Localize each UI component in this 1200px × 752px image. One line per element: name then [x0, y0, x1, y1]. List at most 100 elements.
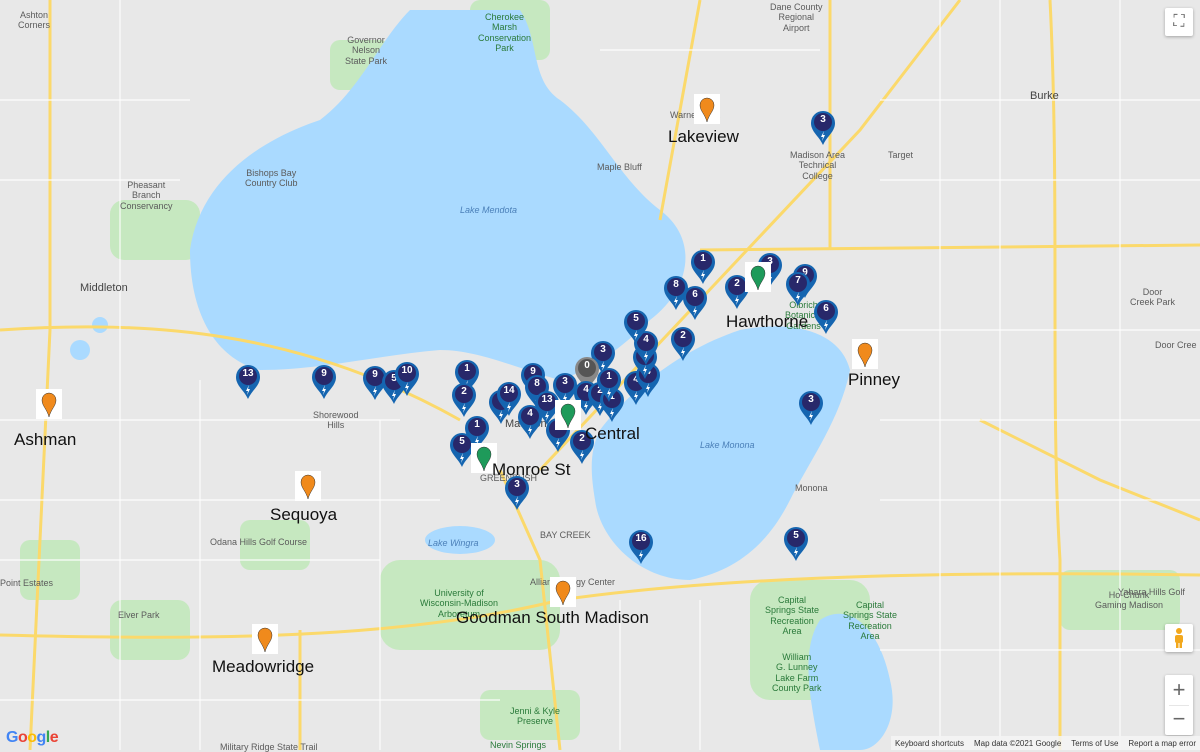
map-footer: Keyboard shortcuts Map data ©2021 Google… [891, 736, 1200, 750]
fullscreen-button[interactable]: ⛶ [1165, 8, 1193, 36]
marker-count: 16 [635, 533, 647, 544]
school-pin-icon [257, 627, 273, 653]
marker-count: 13 [242, 368, 254, 379]
school-pin-icon [41, 392, 57, 418]
map-label-ashton-corners: Ashton Corners [18, 10, 51, 31]
school-pin[interactable] [745, 262, 771, 292]
marker-count: 3 [600, 344, 606, 355]
charging-marker[interactable]: 9 [311, 364, 337, 400]
map-label-matc: Madison Area Technical College [790, 150, 846, 181]
school-pin[interactable] [252, 624, 278, 654]
map-label-cherokee: Cherokee Marsh Conservation Park [478, 12, 532, 54]
terms-link[interactable]: Terms of Use [1071, 739, 1118, 748]
marker-count: 2 [461, 386, 467, 397]
school-label: Central [585, 424, 640, 443]
marker-count: 1 [474, 419, 480, 430]
marker-count: 14 [503, 385, 515, 396]
charging-marker[interactable]: 10 [394, 361, 420, 397]
charging-marker[interactable]: 3 [504, 475, 530, 511]
school-pin-icon [857, 342, 873, 368]
marker-count: 6 [823, 303, 829, 314]
pegman-icon [1175, 628, 1183, 648]
map-label-jenni: Jenni & Kyle Preserve [510, 706, 561, 727]
map-label-capital-springs: Capital Springs State Recreation Area [843, 600, 898, 642]
marker-count: 9 [321, 368, 327, 379]
charging-marker[interactable]: 6 [813, 299, 839, 335]
school-pin-icon [555, 580, 571, 606]
marker-count: 5 [793, 530, 799, 541]
school-label: Hawthorne [726, 312, 809, 331]
school-label: Goodman South Madison [456, 608, 649, 627]
school-label: Lakeview [668, 127, 739, 146]
marker-count: 6 [692, 289, 698, 300]
keyboard-shortcuts-link[interactable]: Keyboard shortcuts [895, 739, 964, 748]
zoom-in-button[interactable]: + [1173, 675, 1186, 705]
map-label-bishops-bay: Bishops Bay Country Club [245, 168, 298, 189]
marker-count: 1 [464, 363, 470, 374]
map-label-point-estates: Point Estates [0, 578, 54, 588]
charging-marker[interactable]: 3 [810, 110, 836, 146]
map-label-shorewood: Shorewood Hills [313, 410, 359, 431]
charging-marker[interactable]: 7 [785, 271, 811, 307]
school-pin[interactable] [694, 94, 720, 124]
map-label-dane-airport: Dane County Regional Airport [770, 2, 823, 33]
marker-count: 2 [680, 330, 686, 341]
pegman-button[interactable] [1165, 624, 1193, 652]
charging-marker[interactable]: 6 [682, 285, 708, 321]
marker-count: 1 [606, 371, 612, 382]
school-label: Sequoya [270, 505, 338, 524]
school-pin[interactable] [36, 389, 62, 419]
map-label-yahara: Yahara Hills Golf [1118, 587, 1185, 597]
map-label-bay-creek: BAY CREEK [540, 530, 591, 540]
map-label-capital-springs: Capital Springs State Recreation Area [765, 595, 820, 637]
marker-count: 5 [633, 313, 639, 324]
marker-count: 3 [514, 479, 520, 490]
map-label-elver: Elver Park [118, 610, 160, 620]
report-error-link[interactable]: Report a map error [1128, 739, 1196, 748]
map-label-door-cree2: Door Cree [1155, 340, 1197, 350]
charging-marker[interactable]: 1 [690, 249, 716, 285]
map-label-lunney: William G. Lunney Lake Farm County Park [772, 652, 822, 694]
map-data-text: Map data ©2021 Google [973, 738, 1062, 748]
map-label-monona: Monona [795, 483, 828, 493]
marker-count: 3 [808, 394, 814, 405]
school-label: Monroe St [492, 460, 571, 479]
school-pin[interactable] [852, 339, 878, 369]
charging-marker[interactable]: 1 [596, 367, 622, 403]
school-pin[interactable] [555, 400, 581, 430]
charging-marker[interactable]: 5 [623, 309, 649, 345]
school-label: Ashman [14, 430, 77, 449]
marker-count: 7 [795, 275, 801, 286]
charging-marker[interactable]: 16 [628, 529, 654, 565]
school-pin-icon [300, 474, 316, 500]
zoom-out-button[interactable]: − [1169, 705, 1189, 735]
map-label-maple-bluff: Maple Bluff [597, 162, 642, 172]
charging-marker[interactable]: 5 [783, 526, 809, 562]
lake-mendota [190, 10, 686, 380]
school-label: Pinney [848, 370, 900, 389]
google-logo: Google [6, 729, 59, 746]
school-pin-icon [750, 265, 766, 291]
map-label-lake-mendota: Lake Mendota [460, 205, 518, 215]
map-label-middleton: Middleton [80, 282, 128, 294]
map-label-nevin: Nevin Springs [490, 740, 547, 750]
charging-marker[interactable]: 3 [798, 390, 824, 426]
map-label-odana: Odana Hills Golf Course [210, 537, 308, 547]
map-label-burke: Burke [1030, 90, 1059, 102]
charging-marker[interactable]: 2 [451, 382, 477, 418]
charging-marker[interactable]: 13 [235, 364, 261, 400]
marker-count: 10 [401, 365, 413, 376]
school-pin-icon [560, 403, 576, 429]
marker-count: 8 [534, 378, 540, 389]
school-pin-icon [699, 97, 715, 123]
map-label-door-creek: Door Creek Park [1130, 287, 1176, 308]
school-pin[interactable] [550, 577, 576, 607]
map-label-governor-nelson: Governor Nelson State Park [345, 35, 388, 66]
marker-count: 3 [820, 114, 826, 125]
charging-marker[interactable]: 2 [670, 326, 696, 362]
map-label-military: Military Ridge State Trail [220, 742, 318, 752]
map-label-target: Target [888, 150, 914, 160]
school-pin[interactable] [295, 471, 321, 501]
zoom-control: + − [1165, 675, 1193, 735]
map-label-pheasant: Pheasant Branch Conservancy [120, 180, 173, 211]
